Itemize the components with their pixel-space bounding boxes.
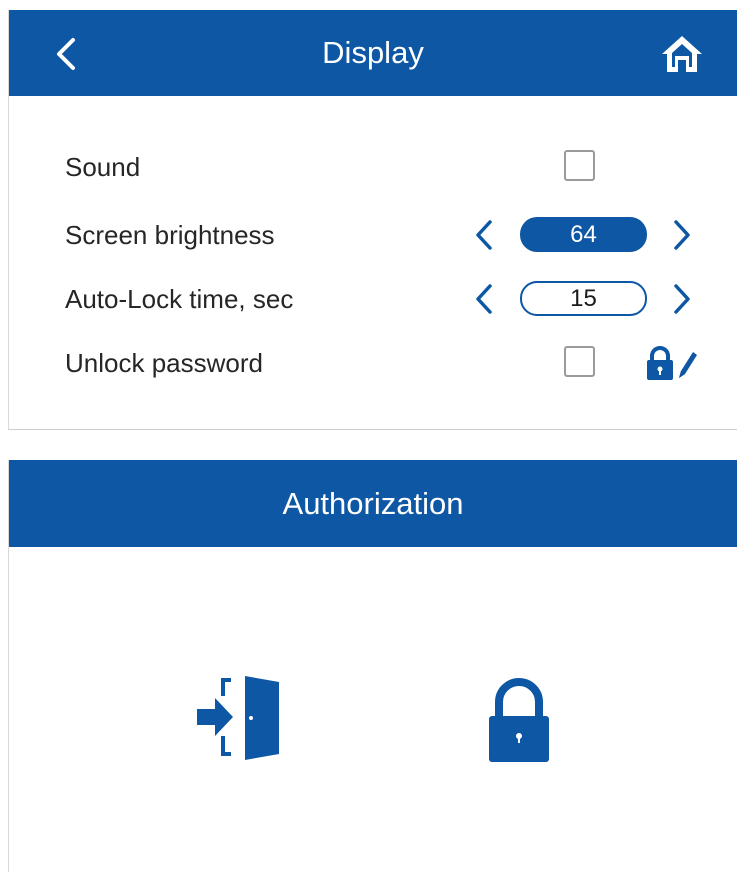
autolock-decrease-button[interactable] [473, 282, 495, 316]
login-button[interactable] [193, 672, 285, 762]
autolock-value: 15 [520, 281, 647, 316]
setting-row-unlock-password: Unlock password [9, 336, 737, 390]
brightness-increase-button[interactable] [671, 218, 693, 252]
chevron-left-icon [476, 220, 492, 250]
padlock-icon [489, 678, 549, 762]
autolock-label: Auto-Lock time, sec [65, 283, 294, 314]
chevron-left-icon [476, 284, 492, 314]
display-panel: Display Sound Screen brightness 64 Auto-… [8, 10, 737, 430]
brightness-value: 64 [520, 217, 647, 252]
setting-row-autolock: Auto-Lock time, sec 15 [9, 272, 737, 326]
unlock-password-checkbox[interactable] [564, 346, 595, 377]
brightness-label: Screen brightness [65, 219, 275, 250]
login-door-icon [197, 676, 279, 760]
display-header: Display [9, 10, 737, 96]
authorization-header: Authorization [9, 460, 737, 547]
authorization-panel: Authorization [8, 460, 737, 872]
unlock-password-label: Unlock password [65, 347, 263, 378]
setting-row-sound: Sound [9, 140, 737, 194]
brightness-decrease-button[interactable] [473, 218, 495, 252]
sound-label: Sound [65, 151, 141, 182]
lock-button[interactable] [479, 676, 559, 768]
home-icon [662, 36, 702, 72]
edit-password-button[interactable] [643, 344, 699, 382]
section-title: Authorization [282, 485, 464, 521]
autolock-increase-button[interactable] [671, 282, 693, 316]
page-title: Display [322, 35, 424, 70]
sound-checkbox[interactable] [564, 150, 595, 181]
lock-edit-icon [647, 346, 697, 380]
home-button[interactable] [661, 34, 703, 74]
setting-row-brightness: Screen brightness 64 [9, 208, 737, 262]
chevron-right-icon [674, 284, 690, 314]
chevron-right-icon [674, 220, 690, 250]
